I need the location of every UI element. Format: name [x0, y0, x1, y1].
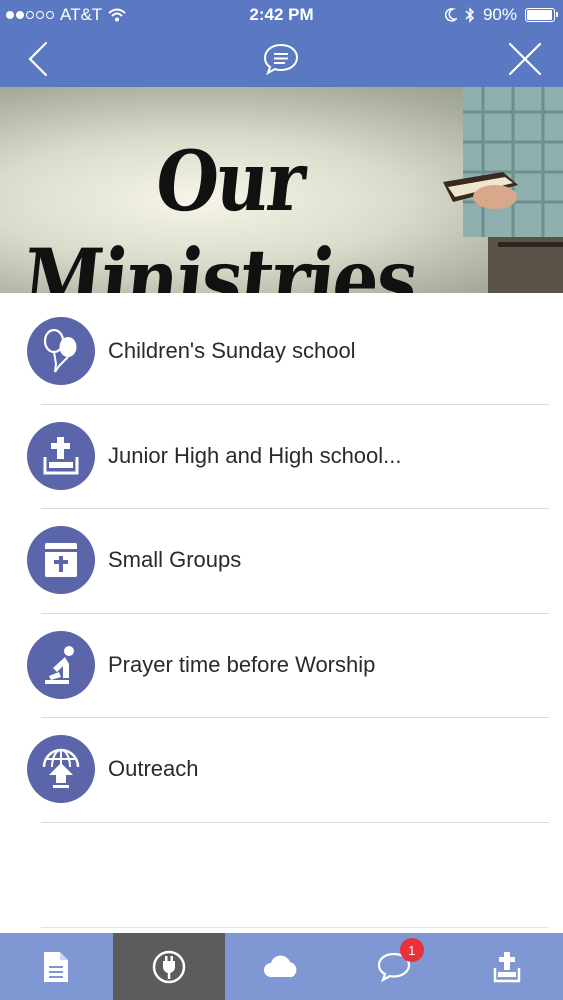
list-item-outreach[interactable]: Outreach [0, 718, 563, 823]
praying-person-icon [27, 630, 95, 699]
divider [41, 821, 549, 823]
plug-icon [152, 950, 186, 983]
status-right: 90% [444, 5, 558, 25]
tab-bar: 1 [0, 933, 563, 1000]
tab-messages[interactable]: 1 [338, 933, 451, 1000]
banner-image: Our Ministries [0, 87, 563, 293]
close-button[interactable] [495, 30, 555, 87]
status-bar: AT&T 2:42 PM 90% [0, 0, 563, 30]
tab-bible[interactable] [450, 933, 563, 1000]
balloons-icon [27, 317, 95, 385]
banner-title: Our Ministries [18, 132, 421, 293]
globe-arrow-icon [27, 735, 95, 803]
battery-percent: 90% [482, 5, 517, 24]
list-item-label: Junior High and High school... [108, 442, 402, 468]
battery-icon [525, 8, 558, 22]
close-icon [508, 42, 542, 75]
nav-bar [0, 30, 563, 87]
chat-button[interactable] [251, 30, 311, 87]
person-holding-bible-image [443, 87, 563, 293]
list-item-label: Small Groups [108, 547, 242, 572]
chevron-left-icon [28, 41, 48, 76]
bible-upload-icon [27, 421, 95, 490]
list-item-childrens-sunday-school[interactable]: Children's Sunday school [0, 300, 563, 405]
tab-connect[interactable] [112, 933, 226, 1000]
notification-badge: 1 [399, 938, 424, 962]
back-button[interactable] [8, 30, 68, 87]
list-item-junior-high[interactable]: Junior High and High school... [0, 405, 563, 509]
tab-documents[interactable] [0, 933, 113, 1000]
ministries-list: Children's Sunday school Junior High and… [0, 300, 563, 823]
list-item-small-groups[interactable]: Small Groups [0, 509, 563, 614]
document-icon [44, 951, 69, 982]
list-item-label: Outreach [108, 756, 199, 781]
chat-icon [263, 43, 299, 75]
list-item-prayer-time[interactable]: Prayer time before Worship [0, 614, 563, 718]
cloud-icon [264, 955, 297, 977]
list-item-label: Children's Sunday school [108, 338, 356, 363]
tab-cloud[interactable] [225, 933, 338, 1000]
bible-upload-icon [493, 951, 520, 982]
bluetooth-icon [465, 7, 475, 23]
list-item-label: Prayer time before Worship [108, 651, 376, 677]
moon-icon [444, 8, 457, 22]
bottom-divider [41, 927, 549, 928]
bible-book-icon [27, 526, 95, 594]
